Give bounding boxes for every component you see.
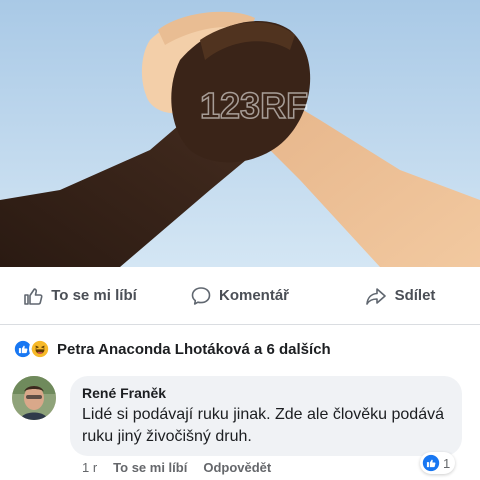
reactions-summary-text: Petra Anaconda Lhotáková a 6 dalších — [57, 340, 331, 358]
avatar[interactable] — [12, 376, 56, 420]
like-button-label: To se mi líbí — [51, 287, 137, 304]
like-reaction-icon — [422, 454, 440, 472]
handshake-photo: 123RF — [0, 0, 480, 267]
share-arrow-icon — [365, 287, 386, 305]
watermark-text: 123RF — [200, 85, 308, 126]
comment-text: Lidé si podávají ruku jinak. Zde ale člo… — [82, 406, 444, 445]
haha-reaction-icon — [29, 338, 51, 360]
comment-actions: 1 r To se mi líbí Odpovědět — [82, 460, 271, 475]
comment-like-count-badge[interactable]: 1 — [420, 452, 456, 474]
comment-button-label: Komentář — [218, 287, 289, 304]
user-avatar-image — [12, 376, 56, 420]
comment-reply-link[interactable]: Odpovědět — [203, 460, 271, 475]
comment-like-link[interactable]: To se mi líbí — [113, 460, 187, 475]
comment-button[interactable]: Komentář — [160, 286, 320, 306]
comment-bubble: René Franěk Lidé si podávají ruku jinak.… — [70, 376, 462, 456]
like-button[interactable]: To se mi líbí — [0, 286, 160, 306]
post-photo[interactable]: 123RF — [0, 0, 480, 267]
share-button-label: Sdílet — [394, 287, 436, 304]
post-action-bar: To se mi líbí Komentář Sdílet — [0, 267, 480, 325]
comment-like-count: 1 — [443, 455, 451, 471]
share-button[interactable]: Sdílet — [320, 286, 480, 306]
reactions-summary[interactable]: Petra Anaconda Lhotáková a 6 dalších — [0, 326, 480, 372]
reaction-icons — [12, 338, 51, 360]
comment-author[interactable]: René Franěk — [82, 385, 450, 401]
comment-bubble-icon — [191, 286, 211, 305]
comment-timestamp[interactable]: 1 r — [82, 460, 97, 475]
thumbs-up-outline-icon — [24, 287, 43, 305]
